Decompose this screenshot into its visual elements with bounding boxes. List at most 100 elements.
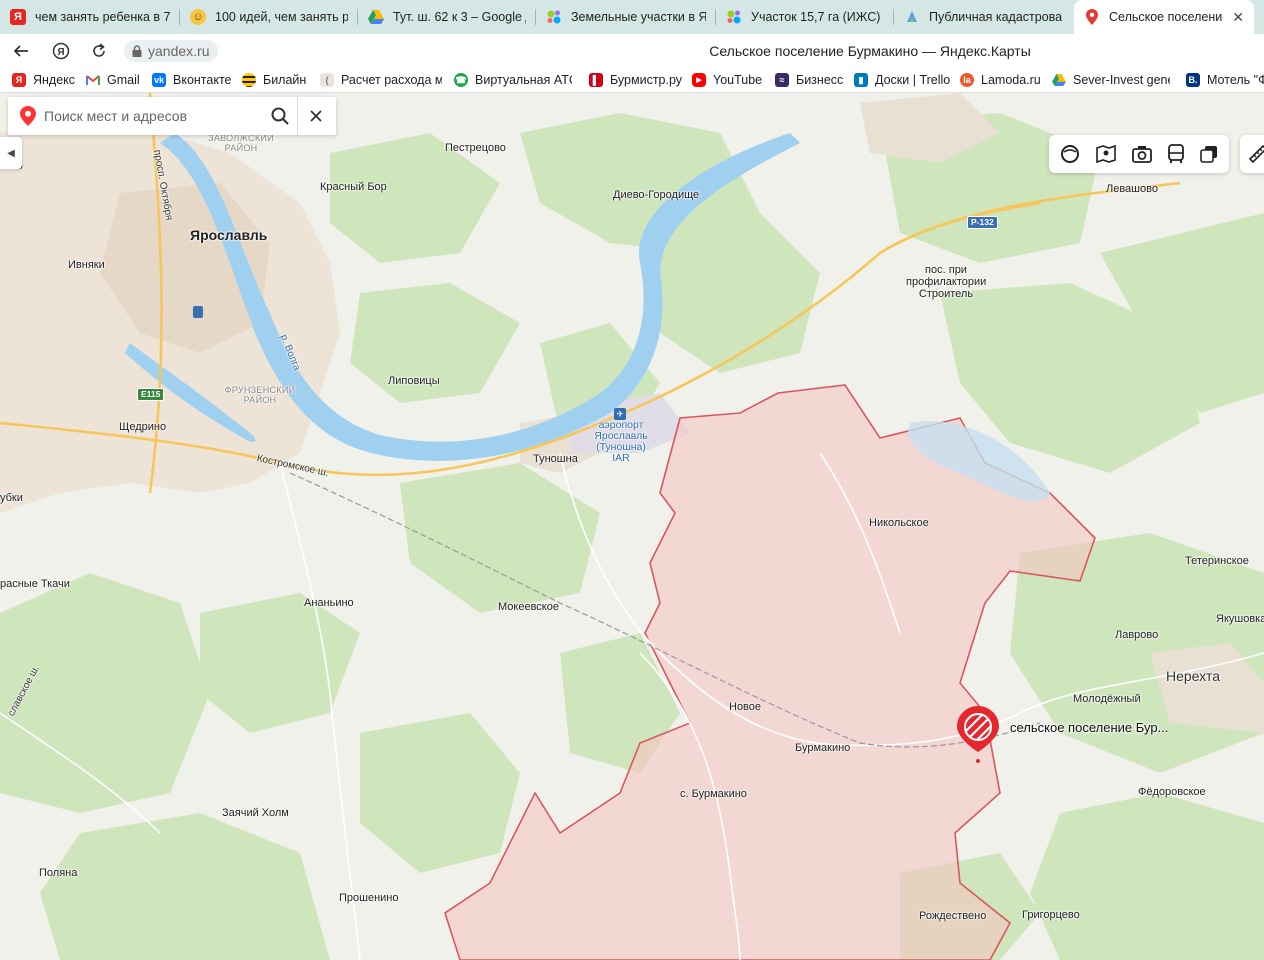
yandex-icon: Я [10,9,26,25]
road-shield-e115: E115 [137,388,165,401]
map-label-yakushovka[interactable]: Якушовка [1216,613,1264,625]
map-label-airport[interactable]: аэропорт Ярославль (Туношна) IAR [590,420,652,464]
cadastre-icon [904,9,920,25]
map-label-fedorovskoe[interactable]: Фёдоровское [1138,786,1206,798]
map-label-yaroslavl[interactable]: Ярославль [190,227,267,243]
map-label-s-burmakino[interactable]: с. Бурмакино [680,788,747,800]
map-graphics [0,93,1264,960]
tab-3[interactable]: Тут. ш. 62 к 3 – Google Ди [358,0,536,34]
collapse-panel-button[interactable]: ◀ [0,137,22,169]
google-drive-icon [368,9,384,25]
bookmark-burmistr[interactable]: ▌ Бурмистр.ру [589,68,682,92]
bookmark-icon: ( [320,73,334,87]
address-bar: Я yandex.ru Сельское поселение Бурмакино… [0,34,1264,68]
bookmark-youtube[interactable]: ▶ YouTube [692,68,762,92]
page-title: Сельское поселение Бурмакино — Яндекс.Ка… [709,43,1031,59]
tab-label: чем занять ребенка в 7 ле [35,10,170,24]
tab-label: Сельское поселение Бу [1109,10,1224,24]
map-label-polyana[interactable]: Поляна [39,867,77,879]
camera-icon[interactable] [1132,145,1152,163]
map-canvas[interactable]: Ярославль ЗАВОЛЖСКИЙ РАЙОН ФРУНЗЕНСКИЙ Р… [0,93,1264,960]
tab-7-active[interactable]: Сельское поселение Бу ✕ [1074,0,1254,34]
url-field[interactable]: yandex.ru [124,40,218,62]
map-label-burmakino[interactable]: Бурмакино [795,742,850,754]
bookmark-yandex[interactable]: Я Яндекс [12,68,75,92]
gmail-icon [86,73,100,87]
map-label-nikolskoe[interactable]: Никольское [869,517,929,529]
map-label-profilaktorii[interactable]: пос. при профилактории Строитель [906,264,986,300]
clear-search-icon[interactable] [298,110,336,122]
transport-icon[interactable] [1167,144,1185,164]
tab-2[interactable]: ☺ 100 идей, чем занять ребе [180,0,358,34]
bookmark-virtual-ats[interactable]: ☎ Виртуальная АТС [454,68,572,92]
bookmark-label: Расчет расхода ма [341,73,442,87]
ruler-button[interactable] [1240,135,1264,173]
lamoda-icon: la [960,73,974,87]
svg-text:Я: Я [57,47,64,58]
tab-1[interactable]: Я чем занять ребенка в 7 ле [0,0,180,34]
map-pin-icon [1084,9,1100,25]
bookmark-vk[interactable]: vk Вконтакте [152,68,231,92]
layers-icon[interactable] [1199,145,1218,163]
tab-label: Участок 15,7 га (ИЖС) на т [751,10,884,24]
map-label-teterinskoe[interactable]: Тетеринское [1185,555,1249,567]
map-label-mokeevskoe[interactable]: Мокеевское [498,601,559,613]
map-label-ivnyaki[interactable]: Ивняки [68,259,105,271]
map-label-zavolzhsky: ЗАВОЛЖСКИЙ РАЙОН [208,133,274,153]
map-label-grigortsevo[interactable]: Григорцево [1022,909,1080,921]
railway-station-icon [193,306,203,318]
bookmark-motel[interactable]: B. Мотель "Ф [1186,68,1264,92]
traffic-icon[interactable] [1060,144,1080,164]
map-label-dievo[interactable]: Диево-Городище [613,189,699,201]
yandex-logo-icon: Я [52,42,70,60]
selected-place-pin[interactable] [957,706,999,764]
map-label-shchedrino[interactable]: Щедрино [119,421,166,433]
tab-4[interactable]: Земельные участки в Яро [536,0,716,34]
map-label-nerekhta[interactable]: Нерехта [1166,668,1220,684]
close-tab-icon[interactable]: ✕ [1232,9,1244,26]
bookmark-fuel-calc[interactable]: ( Расчет расхода ма [320,68,442,92]
lock-icon [132,45,142,57]
bookmark-trello[interactable]: ▮ Доски | Trello [854,68,950,92]
tab-label: Земельные участки в Яро [571,10,706,24]
panorama-icon[interactable] [1095,144,1117,164]
tab-5[interactable]: Участок 15,7 га (ИЖС) на т [716,0,894,34]
search-input[interactable] [42,107,246,125]
map-label-molodezhny[interactable]: Молодёжный [1073,693,1141,705]
bookmark-label: Бурмистр.ру [610,73,683,87]
bookmark-lamoda[interactable]: la Lamoda.ru [960,68,1041,92]
map-label-novoe[interactable]: Новое [729,701,761,713]
bookmark-beeline[interactable]: Билайн [242,68,306,92]
map-label-ananino[interactable]: Ананьино [304,597,354,609]
map-label-lavrovo[interactable]: Лаврово [1115,629,1158,641]
bookmark-business[interactable]: ≈ Бизнесс [775,68,843,92]
back-button[interactable] [6,34,36,68]
vk-icon: vk [152,73,166,87]
yandex-home-button[interactable]: Я [46,34,76,68]
map-label-dubki[interactable]: убки [0,492,23,504]
reload-icon [93,43,105,57]
selected-place-label[interactable]: сельское поселение Бур... [1010,720,1168,735]
map-label-pestretsovo[interactable]: Пестрецово [445,142,506,154]
map-label-rozhdestveno[interactable]: Рождествено [919,910,986,922]
booking-icon: B. [1186,73,1200,87]
map-label-zayachy[interactable]: Заячий Холм [222,807,289,819]
tab-6[interactable]: Публичная кадастровая к [894,0,1072,34]
google-drive-icon [1052,73,1066,87]
map-label-krasny-bor[interactable]: Красный Бор [320,181,387,193]
bookmark-label: Яндекс [33,73,76,87]
map-label-krasnye-tkachi[interactable]: расные Ткачи [0,578,70,590]
bookmark-sever-invest[interactable]: Sever-Invest gener [1052,68,1170,92]
chevron-left-icon: ◀ [7,147,15,159]
bookmark-label: Мотель "Ф [1207,73,1264,87]
reload-button[interactable] [84,34,114,68]
map-label-levashovo[interactable]: Левашово [1106,183,1158,195]
ruler-icon [1248,144,1264,164]
map-label-lipovitsy[interactable]: Липовицы [388,375,440,387]
map-label-proshenino[interactable]: Прошенино [339,892,399,904]
map-label-tunoshna[interactable]: Туношна [533,453,578,465]
map-layer-controls [1049,135,1229,173]
bookmark-gmail[interactable]: Gmail [86,68,140,92]
youtube-icon: ▶ [692,73,706,87]
search-icon[interactable] [263,107,297,125]
